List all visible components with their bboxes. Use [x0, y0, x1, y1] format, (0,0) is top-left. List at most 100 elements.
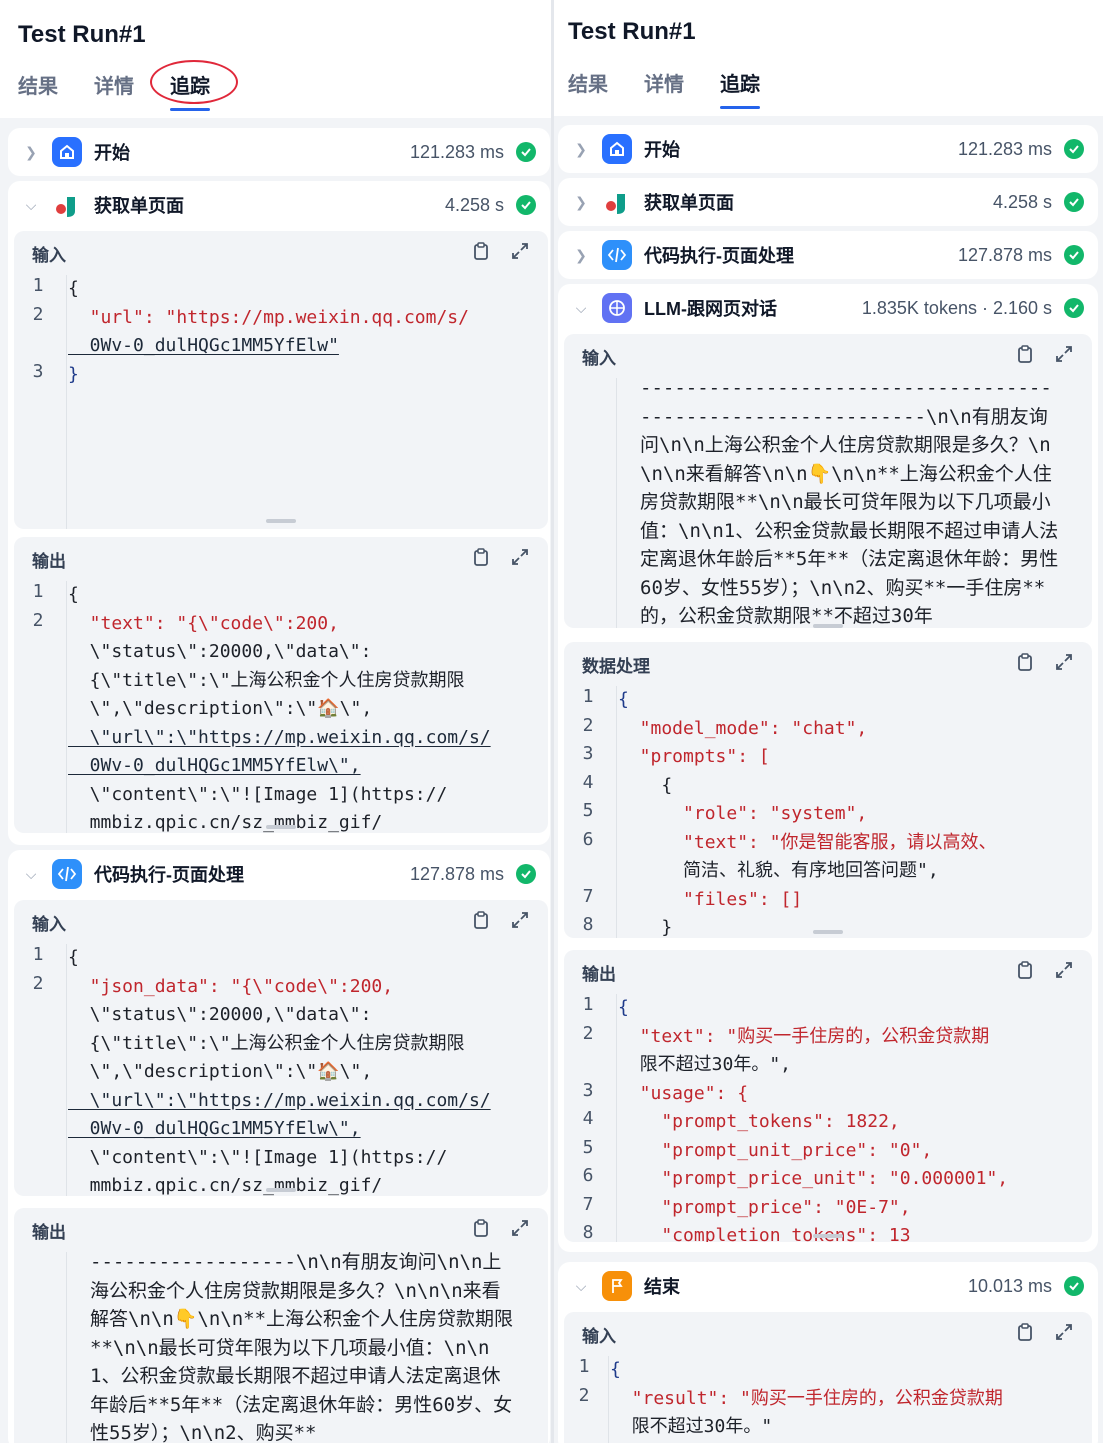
line-number: 4	[582, 1108, 594, 1129]
line-number: 6	[582, 828, 594, 850]
tool-logo-icon	[602, 187, 632, 217]
io-label: 输出	[32, 551, 66, 571]
io-output: 输出 1 2 3 4 5 6 7 8 { "text": "购买一手住房的，公积…	[564, 950, 1092, 1242]
node-llm[interactable]: ⌵ LLM-跟网页对话 1.835K tokens · 2.160 s 输入 -…	[558, 284, 1098, 1252]
code-line: "files": []	[618, 888, 803, 910]
node-end[interactable]: ⌵ 结束 10.013 ms 输入 1 2 { "result": "购买一手住…	[558, 1262, 1098, 1443]
tab-detail[interactable]: 详情	[644, 68, 684, 109]
code-line: {	[68, 278, 79, 299]
tab-trace-label: 追踪	[170, 76, 210, 98]
expand-icon[interactable]	[1054, 1322, 1074, 1347]
code-editor[interactable]: 1 2 3 4 5 6 7 8 { "model_mode": "chat", …	[564, 686, 1092, 938]
code-line: }	[618, 917, 673, 938]
chevron-down-icon[interactable]: ⌵	[572, 1278, 590, 1295]
code-line: mmbiz.qpic.cn/sz_mmbiz_gif/	[68, 1175, 383, 1196]
code-icon	[52, 859, 82, 889]
code-line: mmbiz.qpic.cn/sz_mmbiz_gif/	[68, 812, 383, 833]
code-line: {	[610, 1359, 621, 1380]
node-fetch[interactable]: ⌵ 获取单页面 4.258 s 输入 1 2 3 {"url": "https…	[8, 181, 550, 845]
chevron-right-icon[interactable]: ❯	[572, 194, 590, 211]
tab-trace[interactable]: 追踪	[720, 68, 760, 109]
expand-icon[interactable]	[510, 241, 530, 266]
io-label: 输入	[582, 348, 616, 368]
code-editor[interactable]: 1 2 { "json_data": "{\"code\":200, \"sta…	[14, 944, 548, 1196]
node-name: 结束	[644, 1277, 680, 1297]
chevron-down-icon[interactable]: ⌵	[22, 197, 40, 214]
copy-icon[interactable]	[1016, 344, 1034, 369]
line-number: 1	[32, 944, 44, 965]
io-label: 输入	[32, 245, 66, 265]
chevron-right-icon[interactable]: ❯	[22, 144, 40, 161]
line-number: 1	[578, 1356, 590, 1377]
chevron-right-icon[interactable]: ❯	[572, 141, 590, 158]
io-label: 输出	[32, 1222, 66, 1242]
node-code[interactable]: ❯ 代码执行-页面处理 127.878 ms	[558, 231, 1098, 279]
copy-icon[interactable]	[472, 910, 490, 935]
io-label: 输入	[582, 1326, 616, 1346]
input-text: ----------------------------------------…	[640, 377, 1059, 627]
node-time: 4.258 s	[444, 194, 504, 215]
line-number: 5	[582, 800, 594, 821]
node-start[interactable]: ❯ 开始 121.283 ms	[558, 125, 1098, 173]
expand-icon[interactable]	[510, 547, 530, 572]
scroll-handle[interactable]	[266, 825, 296, 829]
code-editor[interactable]: 1 2 { "text": "{\"code\":200, \"status\"…	[14, 581, 548, 833]
llm-icon	[602, 293, 632, 323]
check-circle-icon	[1064, 139, 1084, 159]
code-editor[interactable]: 1 2 3 4 5 6 7 8 { "text": "购买一手住房的，公积金贷款…	[564, 994, 1092, 1242]
code-line: \"url\":\"https://mp.weixin.qq.com/s/	[68, 726, 491, 748]
expand-icon[interactable]	[510, 910, 530, 935]
copy-icon[interactable]	[1016, 652, 1034, 677]
tab-detail[interactable]: 详情	[94, 70, 134, 111]
line-number: 7	[582, 1193, 594, 1215]
home-icon	[52, 137, 82, 167]
scroll-handle[interactable]	[813, 930, 843, 934]
check-circle-icon	[1064, 192, 1084, 212]
scroll-handle[interactable]	[813, 1234, 843, 1238]
scroll-handle[interactable]	[266, 519, 296, 523]
code-editor[interactable]: ------------------\n\n有朋友询问\n\n上海公积金个人住房…	[14, 1251, 548, 1443]
code-line: \"status\":20000,\"data\":	[68, 1004, 372, 1025]
tab-trace[interactable]: 追踪	[150, 60, 238, 111]
copy-icon[interactable]	[472, 241, 490, 266]
chevron-down-icon[interactable]: ⌵	[572, 300, 590, 317]
chevron-down-icon[interactable]: ⌵	[22, 866, 40, 883]
code-line: 0Wv-0_dulHQGc1MM5YfElw\",	[68, 755, 361, 776]
tab-result[interactable]: 结果	[568, 68, 608, 109]
code-line: 限不超过30年。",	[618, 1054, 792, 1075]
expand-icon[interactable]	[1054, 652, 1074, 677]
check-circle-icon	[516, 195, 536, 215]
chevron-right-icon[interactable]: ❯	[572, 247, 590, 264]
copy-icon[interactable]	[1016, 1322, 1034, 1347]
code-line: 简洁、礼貌、有序地回答问题",	[618, 860, 939, 881]
code-editor[interactable]: ----------------------------------------…	[564, 377, 1092, 628]
line-number: 7	[582, 885, 594, 907]
node-fetch[interactable]: ❯ 获取单页面 4.258 s	[558, 178, 1098, 226]
code-line: \"status\":20000,\"data\":	[68, 641, 372, 662]
tab-result[interactable]: 结果	[18, 70, 58, 111]
io-label: 输出	[582, 964, 616, 984]
node-start[interactable]: ❯ 开始 121.283 ms	[8, 128, 550, 176]
expand-icon[interactable]	[1054, 344, 1074, 369]
expand-icon[interactable]	[510, 1218, 530, 1243]
code-line: }	[68, 363, 79, 385]
io-input: 输入 -------------------------------------…	[564, 334, 1092, 628]
expand-icon[interactable]	[1054, 960, 1074, 985]
code-editor[interactable]: 1 2 3 { "url": "https://mp.weixin.qq.com…	[14, 275, 548, 529]
node-time: 127.878 ms	[409, 863, 504, 884]
node-code[interactable]: ⌵ 代码执行-页面处理 127.878 ms 输入 1 2 { "json_da…	[8, 850, 550, 1443]
line-number: 6	[582, 1165, 594, 1186]
node-name: 代码执行-页面处理	[94, 865, 244, 885]
end-icon	[602, 1271, 632, 1301]
code-line: {	[618, 689, 629, 710]
scroll-handle[interactable]	[266, 1188, 296, 1192]
code-line: {\"title\":\"上海公积金个人住房贷款期限	[68, 1032, 465, 1054]
scroll-handle[interactable]	[813, 624, 843, 628]
code-line: "result": "购买一手住房的，公积金贷款期	[610, 1387, 1003, 1409]
copy-icon[interactable]	[472, 1218, 490, 1243]
copy-icon[interactable]	[472, 547, 490, 572]
code-line: \",\"description\":\"🏠\",	[68, 1061, 373, 1082]
copy-icon[interactable]	[1016, 960, 1034, 985]
io-input: 输入 1 2 { "result": "购买一手住房的，公积金贷款期 限不超过3…	[564, 1312, 1092, 1443]
code-editor[interactable]: 1 2 { "result": "购买一手住房的，公积金贷款期 限不超过30年。…	[564, 1356, 1092, 1443]
